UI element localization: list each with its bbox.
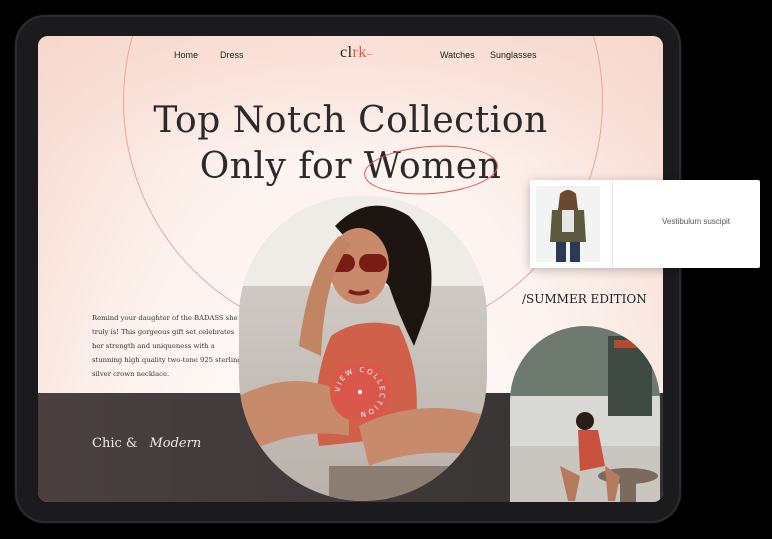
summer-model-photo	[510, 326, 660, 502]
product-thumbnail	[536, 186, 600, 262]
nav-watches[interactable]: Watches	[440, 50, 475, 60]
logo[interactable]: clrk–	[340, 44, 372, 62]
description-text: Remind your daughter of the BADASS she t…	[92, 313, 242, 378]
nav-dress[interactable]: Dress	[220, 50, 244, 60]
hero-model-photo	[239, 196, 487, 501]
chic-modern-text: Chic & Modern	[92, 436, 202, 451]
product-popup-card[interactable]: Vestibulum suscipit	[530, 180, 760, 268]
product-caption: Vestibulum suscipit	[662, 217, 731, 226]
hero-title-line1: Top Notch Collection	[153, 100, 548, 141]
view-collection-button[interactable]: VIEW COLLECTION	[330, 362, 390, 422]
nav-sunglasses[interactable]: Sunglasses	[490, 50, 537, 60]
website-screen: Home Dress clrk– Watches Sunglasses Top …	[38, 36, 663, 502]
nav-home[interactable]: Home	[174, 50, 198, 60]
summer-edition-label: /SUMMER EDITION	[522, 292, 647, 306]
stage: Home Dress clrk– Watches Sunglasses Top …	[0, 0, 772, 539]
